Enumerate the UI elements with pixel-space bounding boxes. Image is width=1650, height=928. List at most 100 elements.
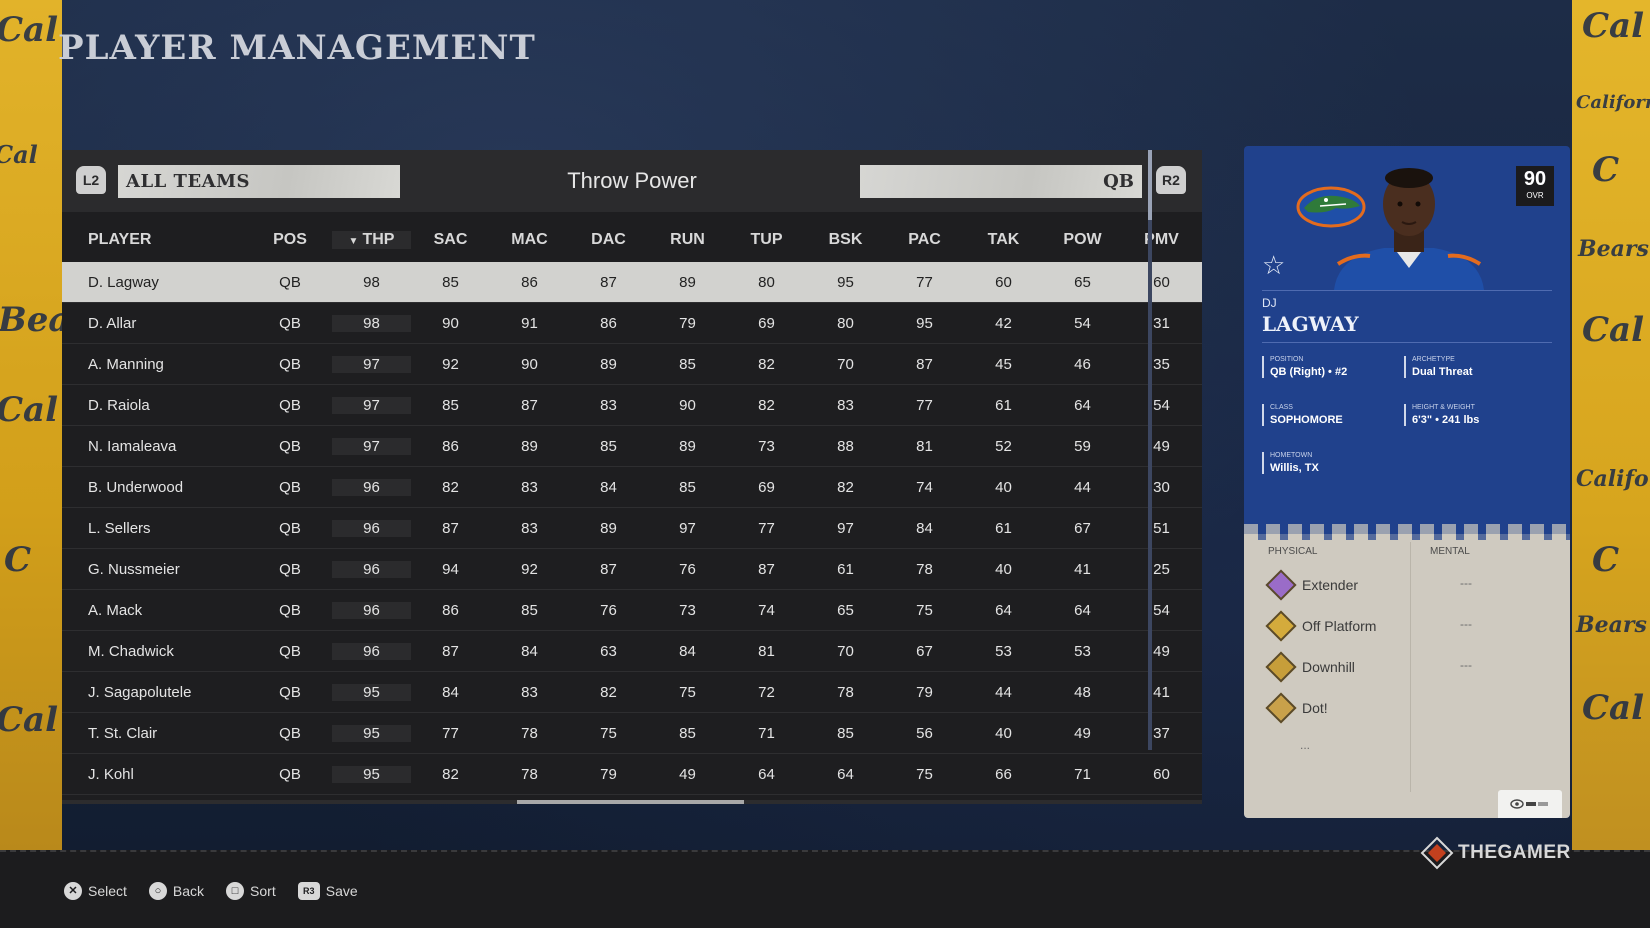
ability-label: Dot! xyxy=(1302,700,1328,716)
cell-thp: 98 xyxy=(332,314,411,332)
position-filter-select[interactable]: QB xyxy=(860,165,1142,198)
table-row[interactable]: A. Manning QB 97 92 90 89 85 82 70 87 45 46 35 xyxy=(62,344,1202,385)
cell-dac: 84 xyxy=(600,478,617,496)
cell-pac: 81 xyxy=(916,437,933,455)
cell-tup: 69 xyxy=(758,478,775,496)
cell-mac: 90 xyxy=(521,355,538,373)
cell-pac: 87 xyxy=(916,355,933,373)
cell-mac: 84 xyxy=(521,642,538,660)
ability-downhill[interactable]: Downhill xyxy=(1265,651,1355,683)
cell-player: T. St. Clair xyxy=(88,724,158,742)
cell-bsk: 70 xyxy=(837,355,854,373)
table-row[interactable]: L. Sellers QB 96 87 83 89 97 77 97 84 61 67 51 xyxy=(62,508,1202,549)
column-header-tup[interactable]: TUP xyxy=(727,231,806,249)
column-header-sac[interactable]: SAC xyxy=(411,231,490,249)
cell-dac: 83 xyxy=(600,396,617,414)
watermark-logo: THEGAMER xyxy=(1420,836,1571,870)
table-row[interactable]: M. Chadwick QB 96 87 84 63 84 81 70 67 53 53 49 xyxy=(62,631,1202,672)
info-archetype: ARCHETYPE Dual Threat xyxy=(1404,356,1473,378)
horizontal-scrollbar[interactable] xyxy=(62,800,1202,804)
table-row[interactable]: N. Iamaleava QB 97 86 89 85 89 73 88 81 52 59 49 xyxy=(62,426,1202,467)
ability-dot[interactable]: Dot! xyxy=(1265,692,1328,724)
physical-abilities-label: PHYSICAL xyxy=(1268,546,1318,557)
column-header-thp-label: THP xyxy=(362,231,395,248)
cell-tak: 45 xyxy=(995,355,1012,373)
table-row[interactable]: B. Underwood QB 96 82 83 84 85 69 82 74 40 44 30 xyxy=(62,467,1202,508)
column-header-bsk[interactable]: BSK xyxy=(806,231,885,249)
bg-word: C xyxy=(4,540,32,580)
column-header-tak[interactable]: TAK xyxy=(964,231,1043,249)
column-header-pow[interactable]: POW xyxy=(1043,231,1122,249)
mental-ability-empty: --- xyxy=(1460,576,1472,590)
cell-pmv: 25 xyxy=(1153,560,1170,578)
cell-pac: 74 xyxy=(916,478,933,496)
cell-tak: 40 xyxy=(995,478,1012,496)
horizontal-scrollbar-thumb[interactable] xyxy=(517,800,744,804)
cell-player: A. Mack xyxy=(88,601,143,619)
cell-dac: 85 xyxy=(600,437,617,455)
back-prompt[interactable]: ○ Back xyxy=(148,882,204,900)
cell-pos: QB xyxy=(279,724,301,742)
cell-sac: 82 xyxy=(442,765,459,783)
column-header-pmv[interactable]: PMV xyxy=(1122,231,1201,249)
ability-diamond-icon xyxy=(1265,569,1297,601)
team-filter-select[interactable]: ALL TEAMS xyxy=(118,165,400,198)
cell-mac: 87 xyxy=(521,396,538,414)
r2-bumper-button[interactable]: R2 xyxy=(1156,166,1186,194)
column-header-dac[interactable]: DAC xyxy=(569,231,648,249)
select-prompt[interactable]: ✕ Select xyxy=(64,882,127,900)
vertical-scrollbar[interactable] xyxy=(1148,150,1152,750)
cell-thp: 96 xyxy=(332,519,411,537)
column-header-pos[interactable]: POS xyxy=(248,231,332,249)
column-header-player[interactable]: PLAYER xyxy=(62,231,248,249)
ability-off-platform[interactable]: Off Platform xyxy=(1265,610,1377,642)
cell-mac: 92 xyxy=(521,560,538,578)
player-card: 90 OVR ☆ DJ LAGWAY POSITION QB (Right) •… xyxy=(1244,146,1570,818)
cell-pmv: 60 xyxy=(1153,273,1170,291)
player-last-name: LAGWAY xyxy=(1262,312,1359,336)
cell-mac: 86 xyxy=(521,273,538,291)
cell-pmv: 30 xyxy=(1153,478,1170,496)
player-first-name: DJ xyxy=(1262,296,1277,310)
cell-dac: 87 xyxy=(600,273,617,291)
cell-pos: QB xyxy=(279,519,301,537)
cell-thp: 95 xyxy=(332,724,411,742)
bg-word: Bears xyxy=(1578,236,1649,262)
table-row[interactable]: J. Kohl QB 95 82 78 79 49 64 64 75 66 71 60 xyxy=(62,754,1202,795)
cell-player: B. Underwood xyxy=(88,478,184,496)
table-row[interactable]: D. Lagway QB 98 85 86 87 89 80 95 77 60 65 60 xyxy=(62,262,1202,303)
cell-pow: 64 xyxy=(1074,601,1091,619)
cell-thp: 96 xyxy=(332,642,411,660)
table-row[interactable]: A. Mack QB 96 86 85 76 73 74 65 75 64 64 54 xyxy=(62,590,1202,631)
cell-bsk: 80 xyxy=(837,314,854,332)
cell-pmv: 60 xyxy=(1153,765,1170,783)
cell-run: 73 xyxy=(679,601,696,619)
cell-pmv: 54 xyxy=(1153,396,1170,414)
cell-pow: 64 xyxy=(1074,396,1091,414)
table-row[interactable]: J. Sagapolutele QB 95 84 83 82 75 72 78 79 44 48 41 xyxy=(62,672,1202,713)
ability-label: Off Platform xyxy=(1302,618,1377,634)
vertical-scrollbar-thumb[interactable] xyxy=(1148,150,1152,220)
card-divider xyxy=(1262,342,1552,343)
info-value: 6'3" • 241 lbs xyxy=(1412,414,1480,426)
column-header-thp[interactable]: ▼ THP xyxy=(332,231,411,249)
bg-word: Cal xyxy=(0,10,59,50)
table-row[interactable]: G. Nussmeier QB 96 94 92 87 76 87 61 78 40 41 25 xyxy=(62,549,1202,590)
favorite-star-icon[interactable]: ☆ xyxy=(1262,250,1285,281)
sort-prompt[interactable]: □ Sort xyxy=(226,882,276,900)
cell-bsk: 85 xyxy=(837,724,854,742)
table-row[interactable]: D. Raiola QB 97 85 87 83 90 82 83 77 61 64 54 xyxy=(62,385,1202,426)
table-row[interactable]: T. St. Clair QB 95 77 78 75 85 71 85 56 40 49 37 xyxy=(62,713,1202,754)
column-header-pac[interactable]: PAC xyxy=(885,231,964,249)
l2-bumper-button[interactable]: L2 xyxy=(76,166,106,194)
bg-word: California xyxy=(1576,92,1650,113)
table-row[interactable]: D. Allar QB 98 90 91 86 79 69 80 95 42 54 31 xyxy=(62,303,1202,344)
ability-extender[interactable]: Extender xyxy=(1265,569,1358,601)
save-prompt[interactable]: R3 Save xyxy=(297,882,358,900)
card-view-toggle[interactable] xyxy=(1498,790,1562,818)
bg-word: Cal xyxy=(1582,6,1645,46)
info-value: QB (Right) • #2 xyxy=(1270,366,1348,378)
column-header-run[interactable]: RUN xyxy=(648,231,727,249)
column-header-mac[interactable]: MAC xyxy=(490,231,569,249)
cell-dac: 87 xyxy=(600,560,617,578)
